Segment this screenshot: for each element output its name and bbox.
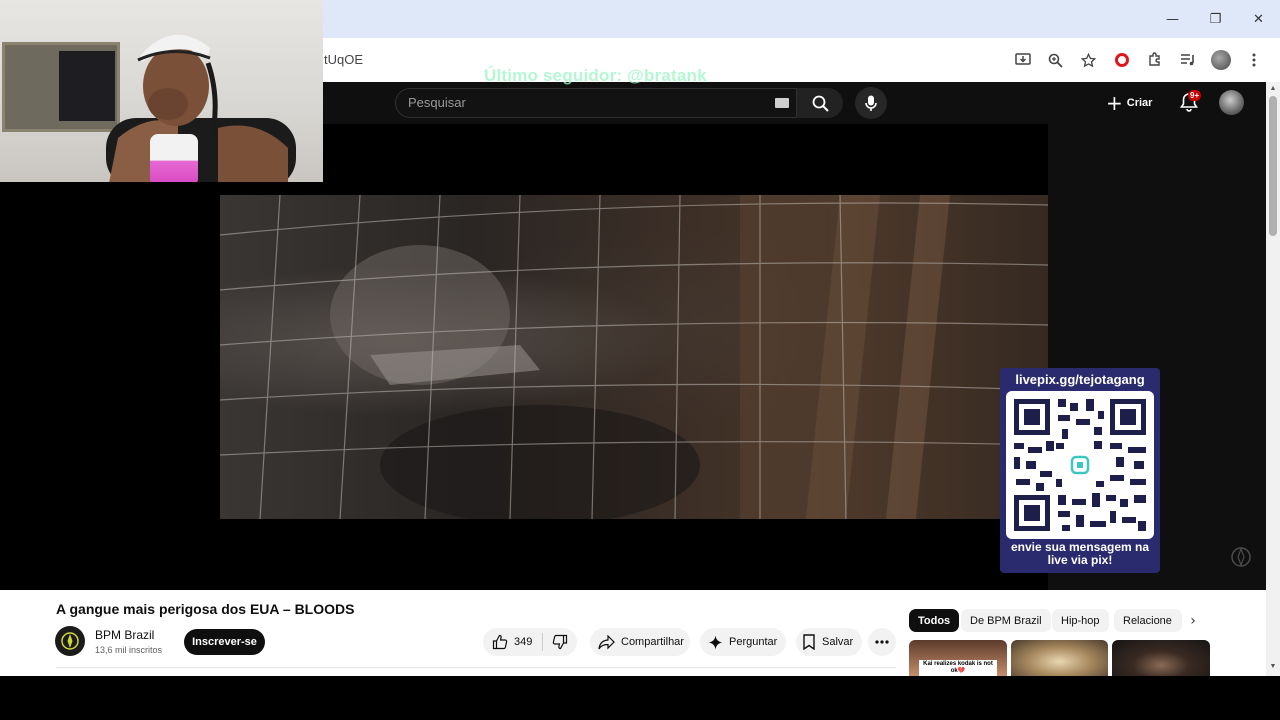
page-scrollbar[interactable]: ▲ ▼ xyxy=(1266,82,1280,676)
video-title: A gangue mais perigosa dos EUA – BLOODS xyxy=(56,601,355,617)
thumbs-up-icon xyxy=(492,634,508,650)
share-label: Compartilhar xyxy=(621,636,684,648)
share-arrow-icon xyxy=(598,634,615,649)
opera-extension-icon[interactable] xyxy=(1105,46,1138,74)
channel-name[interactable]: BPM Brazil xyxy=(95,628,154,642)
microphone-icon xyxy=(865,95,877,111)
install-app-icon[interactable] xyxy=(1006,46,1039,74)
video-frame[interactable] xyxy=(220,195,1048,519)
subscribe-button[interactable]: Inscrever-se xyxy=(184,629,265,655)
chip-from-channel[interactable]: De BPM Brazil xyxy=(961,609,1051,632)
browser-menu-icon[interactable] xyxy=(1237,46,1270,74)
livepix-link: livepix.gg/tejotagang xyxy=(1015,372,1145,387)
like-button[interactable]: 349 xyxy=(483,633,544,651)
thumbs-down-icon xyxy=(553,634,568,650)
plus-icon: + xyxy=(1106,91,1123,115)
pink-cup xyxy=(150,134,198,182)
search-input[interactable] xyxy=(408,95,748,110)
ask-button[interactable]: Perguntar xyxy=(700,628,786,656)
channel-avatar[interactable] xyxy=(55,626,85,656)
search-button[interactable] xyxy=(797,88,843,118)
bookmark-icon xyxy=(803,634,815,650)
video-scene-image xyxy=(220,195,1048,519)
more-actions-button[interactable] xyxy=(868,628,896,656)
address-bar[interactable]: tUqOE xyxy=(324,52,363,67)
scrollbar-thumb[interactable] xyxy=(1269,96,1277,236)
like-count: 349 xyxy=(514,636,533,648)
bottom-letterbox xyxy=(0,676,1280,720)
sparkle-icon xyxy=(708,635,723,649)
zoom-icon[interactable] xyxy=(1039,46,1072,74)
chevron-right-icon[interactable]: › xyxy=(1184,612,1202,630)
chip-all[interactable]: Todos xyxy=(909,609,960,632)
qr-code xyxy=(1006,391,1154,539)
bookmark-star-icon[interactable] xyxy=(1072,46,1105,74)
restore-button[interactable]: ❐ xyxy=(1194,0,1237,38)
save-button[interactable]: Salvar xyxy=(796,628,862,656)
save-label: Salvar xyxy=(822,636,854,648)
last-follower-overlay: Último seguidor: @bratank xyxy=(484,66,707,85)
search-icon xyxy=(812,95,829,112)
streamer-webcam xyxy=(0,0,323,182)
recommended-video-thumbnail[interactable] xyxy=(1112,640,1210,676)
recommended-video-thumbnail[interactable] xyxy=(1011,640,1108,676)
notification-count-badge: 9+ xyxy=(1188,90,1202,101)
extensions-puzzle-icon[interactable] xyxy=(1138,46,1171,74)
voice-search-button[interactable] xyxy=(855,87,887,119)
like-dislike-group: 349 xyxy=(483,628,577,656)
close-button[interactable]: ✕ xyxy=(1237,0,1280,38)
scroll-down-arrow-icon[interactable]: ▼ xyxy=(1269,663,1277,670)
more-horizontal-icon xyxy=(875,640,889,644)
thumbnail-caption: Kai realizes kodak is not ok💔 xyxy=(919,660,997,676)
ask-label: Perguntar xyxy=(729,636,778,648)
channel-logo-icon xyxy=(61,632,79,650)
dislike-button[interactable] xyxy=(543,634,568,650)
browser-action-icons xyxy=(1006,46,1270,74)
create-label: Criar xyxy=(1126,97,1153,109)
livepix-message: envie sua mensagem na live via pix! xyxy=(1010,540,1150,567)
channel-watermark-icon[interactable] xyxy=(1230,546,1252,568)
share-button[interactable]: Compartilhar xyxy=(590,628,690,656)
scroll-up-arrow-icon[interactable]: ▲ xyxy=(1269,85,1277,92)
user-avatar[interactable] xyxy=(1219,90,1244,115)
search-box xyxy=(395,88,797,118)
chip-related[interactable]: Relacione xyxy=(1114,609,1182,632)
keyboard-icon[interactable] xyxy=(775,98,789,108)
window-controls: — ❐ ✕ xyxy=(1151,0,1280,38)
media-control-icon[interactable] xyxy=(1171,46,1204,74)
description-box-edge xyxy=(56,667,896,675)
livepix-donation-panel: livepix.gg/tejotagang envie sua mensagem… xyxy=(1000,368,1160,573)
chip-hip-hop[interactable]: Hip-hop xyxy=(1052,609,1109,632)
channel-subscriber-count: 13,6 mil inscritos xyxy=(95,645,163,655)
screen: — ❐ ✕ tUqOE Pesquisar + Criar 9+ Último … xyxy=(0,0,1280,720)
create-button[interactable]: + Criar xyxy=(1106,90,1152,116)
minimize-button[interactable]: — xyxy=(1151,0,1194,38)
recommended-video-thumbnail[interactable]: Kai realizes kodak is not ok💔 xyxy=(909,640,1007,676)
streamer-figure xyxy=(106,34,296,182)
browser-profile-icon[interactable] xyxy=(1204,46,1237,74)
